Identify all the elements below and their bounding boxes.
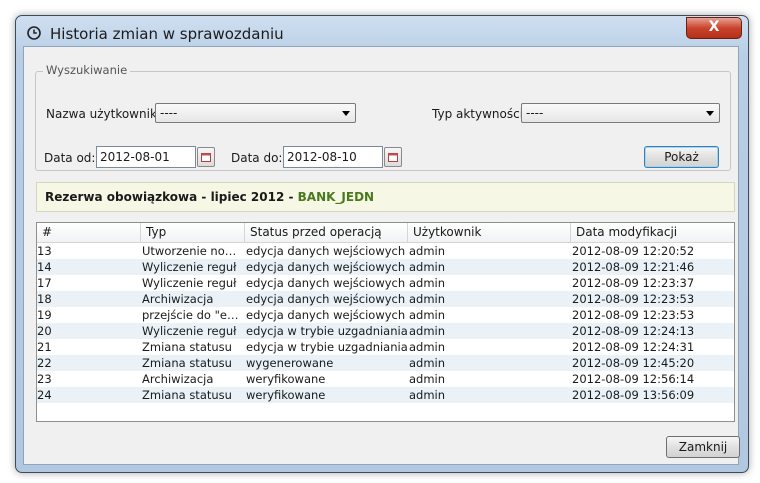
table-header: # Typ Status przed operacją Użytkownik D…: [37, 223, 734, 243]
table-cell: admin: [409, 260, 446, 274]
table-cell: 2012-08-09 12:23:53: [572, 292, 695, 306]
table-cell: Wyliczenie reguł: [142, 324, 237, 338]
table-cell: weryfikowane: [246, 372, 326, 386]
table-cell: admin: [409, 340, 446, 354]
table-cell: wygenerowane: [246, 356, 334, 370]
table-cell: 2012-08-09 12:23:37: [572, 276, 695, 290]
date-from-input[interactable]: 2012-08-01: [96, 146, 196, 168]
user-select-value: ----: [160, 106, 178, 120]
table-cell: 2012-08-09 12:21:46: [572, 260, 695, 274]
table-row[interactable]: 19 przejście do "edy... edycja danych wejś…: [37, 307, 734, 323]
table-cell: weryfikowane: [246, 388, 326, 402]
table-row[interactable]: 17 Wyliczenie reguł edycja danych wejściow…: [37, 275, 734, 291]
chevron-down-icon: [706, 111, 714, 116]
report-title: Rezerwa obowiązkowa - lipiec 2012 -: [45, 190, 298, 204]
table-cell: edycja danych wejściowych: [246, 260, 406, 274]
table-row[interactable]: 20 Wyliczenie reguł edycja w trybie uzgadn…: [37, 323, 734, 339]
table-cell: 17: [37, 276, 52, 290]
close-window-button[interactable]: X: [686, 17, 742, 39]
column-header-user[interactable]: Użytkownik: [408, 223, 571, 242]
table-cell: 18: [37, 292, 52, 306]
dialog-window: Historia zmian w sprawozdaniu X Wyszukiw…: [15, 15, 749, 473]
activity-select[interactable]: ----: [521, 103, 720, 123]
activity-label: Typ aktywności:: [432, 107, 528, 121]
table-cell: Archiwizacja: [142, 292, 214, 306]
date-to-label: Data do:: [231, 151, 283, 165]
show-button[interactable]: Pokaż: [644, 146, 719, 168]
table-cell: Wyliczenie reguł: [142, 276, 237, 290]
table-cell: edycja w trybie uzgadniania: [246, 324, 408, 338]
table-cell: admin: [409, 308, 446, 322]
table-cell: 23: [37, 372, 52, 386]
table-row[interactable]: 13 Utworzenie nowe... edycja danych wejści…: [37, 243, 734, 259]
calendar-icon: [388, 153, 398, 162]
table-cell: admin: [409, 244, 446, 258]
table-cell: edycja w trybie uzgadniania: [246, 340, 408, 354]
chevron-down-icon: [342, 111, 350, 116]
table-cell: 2012-08-09 12:20:52: [572, 244, 695, 258]
close-button[interactable]: Zamknij: [666, 436, 740, 458]
date-from-calendar-button[interactable]: [197, 147, 215, 167]
table-cell: edycja danych wejściowych: [246, 276, 406, 290]
table-cell: admin: [409, 292, 446, 306]
table-cell: Utworzenie nowe...: [142, 244, 245, 258]
report-unit: BANK_JEDN: [297, 190, 375, 204]
table-row[interactable]: 23 Archiwizacja weryfikowane admin 2012-08-0…: [37, 371, 734, 387]
activity-select-value: ----: [526, 106, 544, 120]
column-header-date[interactable]: Data modyfikacji: [571, 223, 734, 242]
history-clock-icon: [27, 26, 41, 40]
table-cell: 14: [37, 260, 52, 274]
table-cell: Archiwizacja: [142, 372, 214, 386]
table-row[interactable]: 21 Zmiana statusu edycja w trybie uzgadnia…: [37, 339, 734, 355]
table-cell: 2012-08-09 13:56:09: [572, 388, 695, 402]
table-cell: 13: [37, 244, 52, 258]
table-cell: 24: [37, 388, 52, 402]
table-cell: 22: [37, 356, 52, 370]
table-cell: Zmiana statusu: [142, 356, 232, 370]
table-cell: 2012-08-09 12:24:13: [572, 324, 695, 338]
table-row[interactable]: 18 Archiwizacja edycja danych wejściowych a…: [37, 291, 734, 307]
table-cell: admin: [409, 324, 446, 338]
table-cell: edycja danych wejściowych: [246, 292, 406, 306]
table-cell: Wyliczenie reguł: [142, 260, 237, 274]
table-cell: 2012-08-09 12:56:14: [572, 372, 695, 386]
table-cell: przejście do "edy...: [142, 308, 245, 322]
window-title: Historia zmian w sprawozdaniu: [50, 25, 284, 43]
table-cell: admin: [409, 388, 446, 402]
table-cell: edycja danych wejściowych: [246, 244, 406, 258]
table-cell: Zmiana statusu: [142, 340, 232, 354]
table-cell: 2012-08-09 12:24:31: [572, 340, 695, 354]
dialog-content: Wyszukiwanie Nazwa użytkownika: ---- Typ…: [23, 46, 740, 465]
table-cell: Zmiana statusu: [142, 388, 232, 402]
table-cell: 21: [37, 340, 52, 354]
column-header-number[interactable]: #: [37, 223, 141, 242]
table-cell: admin: [409, 276, 446, 290]
table-cell: admin: [409, 372, 446, 386]
table-row[interactable]: 14 Wyliczenie reguł edycja danych wejściow…: [37, 259, 734, 275]
date-to-calendar-button[interactable]: [384, 147, 402, 167]
history-table[interactable]: # Typ Status przed operacją Użytkownik D…: [36, 222, 735, 422]
table-cell: 20: [37, 324, 52, 338]
table-cell: 19: [37, 308, 52, 322]
column-header-status[interactable]: Status przed operacją: [245, 223, 408, 242]
user-select[interactable]: ----: [155, 103, 356, 123]
table-cell: 2012-08-09 12:23:53: [572, 308, 695, 322]
table-row[interactable]: 22 Zmiana statusu wygenerowane admin 2012-08…: [37, 355, 734, 371]
date-to-input[interactable]: 2012-08-10: [283, 146, 383, 168]
calendar-icon: [201, 153, 211, 162]
date-from-label: Data od:: [44, 151, 96, 165]
table-cell: 2012-08-09 12:45:20: [572, 356, 695, 370]
table-cell: edycja danych wejściowych: [246, 308, 406, 322]
report-header: Rezerwa obowiązkowa - lipiec 2012 - BANK…: [36, 182, 735, 212]
table-row[interactable]: 24 Zmiana statusu weryfikowane admin 2012-08…: [37, 387, 734, 403]
search-legend: Wyszukiwanie: [43, 63, 131, 77]
table-cell: admin: [409, 356, 446, 370]
user-label: Nazwa użytkownika:: [46, 107, 169, 121]
column-header-type[interactable]: Typ: [141, 223, 245, 242]
